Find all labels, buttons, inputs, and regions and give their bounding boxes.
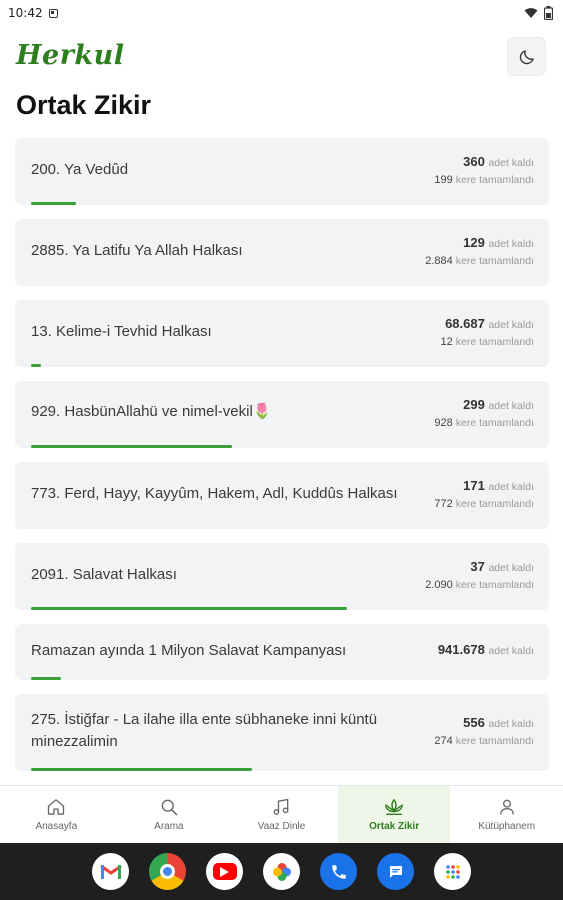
remaining-count: 68.687 (445, 316, 485, 331)
completed-count: 274 (434, 735, 453, 747)
page-title: Ortak Zikir (16, 90, 152, 120)
play-icon (220, 866, 229, 877)
lotus-icon (385, 798, 403, 815)
app-header: Herkul (0, 30, 563, 82)
progress-bar (31, 445, 232, 448)
remaining-count: 360 (463, 154, 485, 169)
remaining-count: 941.678 (437, 642, 485, 657)
completed-count: 2.884 (425, 255, 453, 267)
gmail-icon[interactable] (92, 853, 129, 890)
zikir-card[interactable]: 2885. Ya Latifu Ya Allah Halkası 129 ade… (15, 219, 549, 286)
dark-mode-toggle-button[interactable] (507, 37, 546, 76)
zikir-stats: 129 adet kaldı 2.884 kere tamamlandı (425, 235, 534, 267)
remaining-count: 556 (463, 715, 485, 730)
remaining-count: 171 (463, 478, 485, 493)
wifi-icon (524, 8, 538, 18)
youtube-logo (212, 863, 237, 880)
remaining-count: 129 (463, 235, 485, 250)
zikir-title: 2885. Ya Latifu Ya Allah Halkası (31, 242, 243, 259)
zikir-title: Ramazan ayında 1 Milyon Salavat Kampanya… (31, 642, 347, 659)
moon-icon (519, 49, 534, 64)
nav-label: Anasayfa (35, 821, 78, 832)
progress-bar (31, 607, 347, 610)
zikir-stats: 37 adet kaldı 2.090 kere tamamlandı (425, 559, 534, 591)
notification-icon (48, 8, 58, 18)
nav-item-arama[interactable]: Arama (113, 786, 226, 843)
zikir-card[interactable]: 2091. Salavat Halkası 37 adet kaldı 2.09… (15, 543, 549, 610)
system-dock (0, 843, 563, 900)
bottom-nav: Anasayfa Arama Vaaz Dinle Ortak Zikir Kü… (0, 785, 563, 843)
zikir-title: 13. Kelime-i Tevhid Halkası (31, 323, 212, 340)
zikir-stats: 68.687 adet kaldı 12 kere tamamlandı (440, 316, 534, 348)
zikir-stats: 360 adet kaldı 199 kere tamamlandı (434, 154, 534, 186)
phone-icon[interactable] (320, 853, 357, 890)
nav-label: Arama (154, 821, 184, 832)
chrome-icon[interactable] (149, 853, 186, 890)
messages-icon[interactable] (377, 853, 414, 890)
zikir-list: 200. Ya Vedûd 360 adet kaldı 199 kere ta… (15, 138, 549, 785)
nav-item-ortak-zikir[interactable]: Ortak Zikir (337, 786, 451, 843)
zikir-card[interactable]: 200. Ya Vedûd 360 adet kaldı 199 kere ta… (15, 138, 549, 205)
nav-item-vaaz-dinle[interactable]: Vaaz Dinle (225, 786, 338, 843)
user-icon (499, 799, 514, 815)
search-icon (161, 799, 178, 816)
zikir-card[interactable]: Ramazan ayında 1 Milyon Salavat Kampanya… (15, 624, 549, 680)
zikir-title: 200. Ya Vedûd (31, 161, 129, 178)
zikir-stats: 941.678 adet kaldı (437, 642, 534, 657)
status-bar: 10:42 (0, 0, 563, 26)
battery-icon (544, 6, 553, 20)
remaining-count: 37 (470, 559, 485, 574)
zikir-title: 2091. Salavat Halkası (31, 566, 177, 583)
remaining-count: 299 (463, 397, 485, 412)
zikir-card[interactable]: 275. İstiğfar - La ilahe illa ente sübha… (15, 694, 549, 771)
zikir-card[interactable]: 929. HasbünAllahü ve nimel-vekil🌷 299 ad… (15, 381, 549, 448)
status-time: 10:42 (8, 6, 43, 20)
zikir-card[interactable]: 773. Ferd, Hayy, Kayyûm, Hakem, Adl, Kud… (15, 462, 549, 529)
zikir-stats: 556 adet kaldı 274 kere tamamlandı (434, 715, 534, 747)
gmail-logo-icon (99, 864, 122, 879)
zikir-title: 773. Ferd, Hayy, Kayyûm, Hakem, Adl, Kud… (31, 485, 398, 502)
nav-label: Kütüphanem (478, 821, 536, 832)
music-note-icon (274, 798, 289, 815)
zikir-stats: 171 adet kaldı 772 kere tamamlandı (434, 478, 534, 510)
completed-count: 928 (434, 417, 453, 429)
completed-count: 2.090 (425, 579, 453, 591)
zikir-title: 929. HasbünAllahü ve nimel-vekil🌷 (31, 403, 272, 420)
status-icons (524, 6, 553, 20)
completed-count: 12 (440, 336, 453, 348)
app-drawer-icon[interactable] (434, 853, 471, 890)
nav-item-anasayfa[interactable]: Anasayfa (0, 786, 113, 843)
nav-item-kutuphanem[interactable]: Kütüphanem (450, 786, 563, 843)
completed-count: 772 (434, 498, 453, 510)
progress-bar (31, 202, 76, 205)
chat-bubble-icon (389, 865, 402, 878)
progress-bar (31, 364, 41, 367)
completed-count: 199 (434, 174, 453, 186)
nav-label: Ortak Zikir (369, 821, 420, 832)
zikir-card[interactable]: 13. Kelime-i Tevhid Halkası 68.687 adet … (15, 300, 549, 367)
zikir-title: 275. İstiğfar - La ilahe illa ente sübha… (31, 711, 378, 750)
handset-icon (331, 864, 346, 879)
grid-dots-icon (445, 864, 460, 879)
chrome-center (160, 864, 175, 879)
progress-bar (31, 768, 252, 771)
progress-bar (31, 677, 61, 680)
pinwheel-icon (272, 862, 291, 881)
home-icon (48, 799, 65, 815)
app-logo: Herkul (16, 40, 125, 71)
nav-label: Vaaz Dinle (257, 821, 306, 832)
zikir-stats: 299 adet kaldı 928 kere tamamlandı (434, 397, 534, 429)
photos-icon[interactable] (263, 853, 300, 890)
youtube-icon[interactable] (206, 853, 243, 890)
